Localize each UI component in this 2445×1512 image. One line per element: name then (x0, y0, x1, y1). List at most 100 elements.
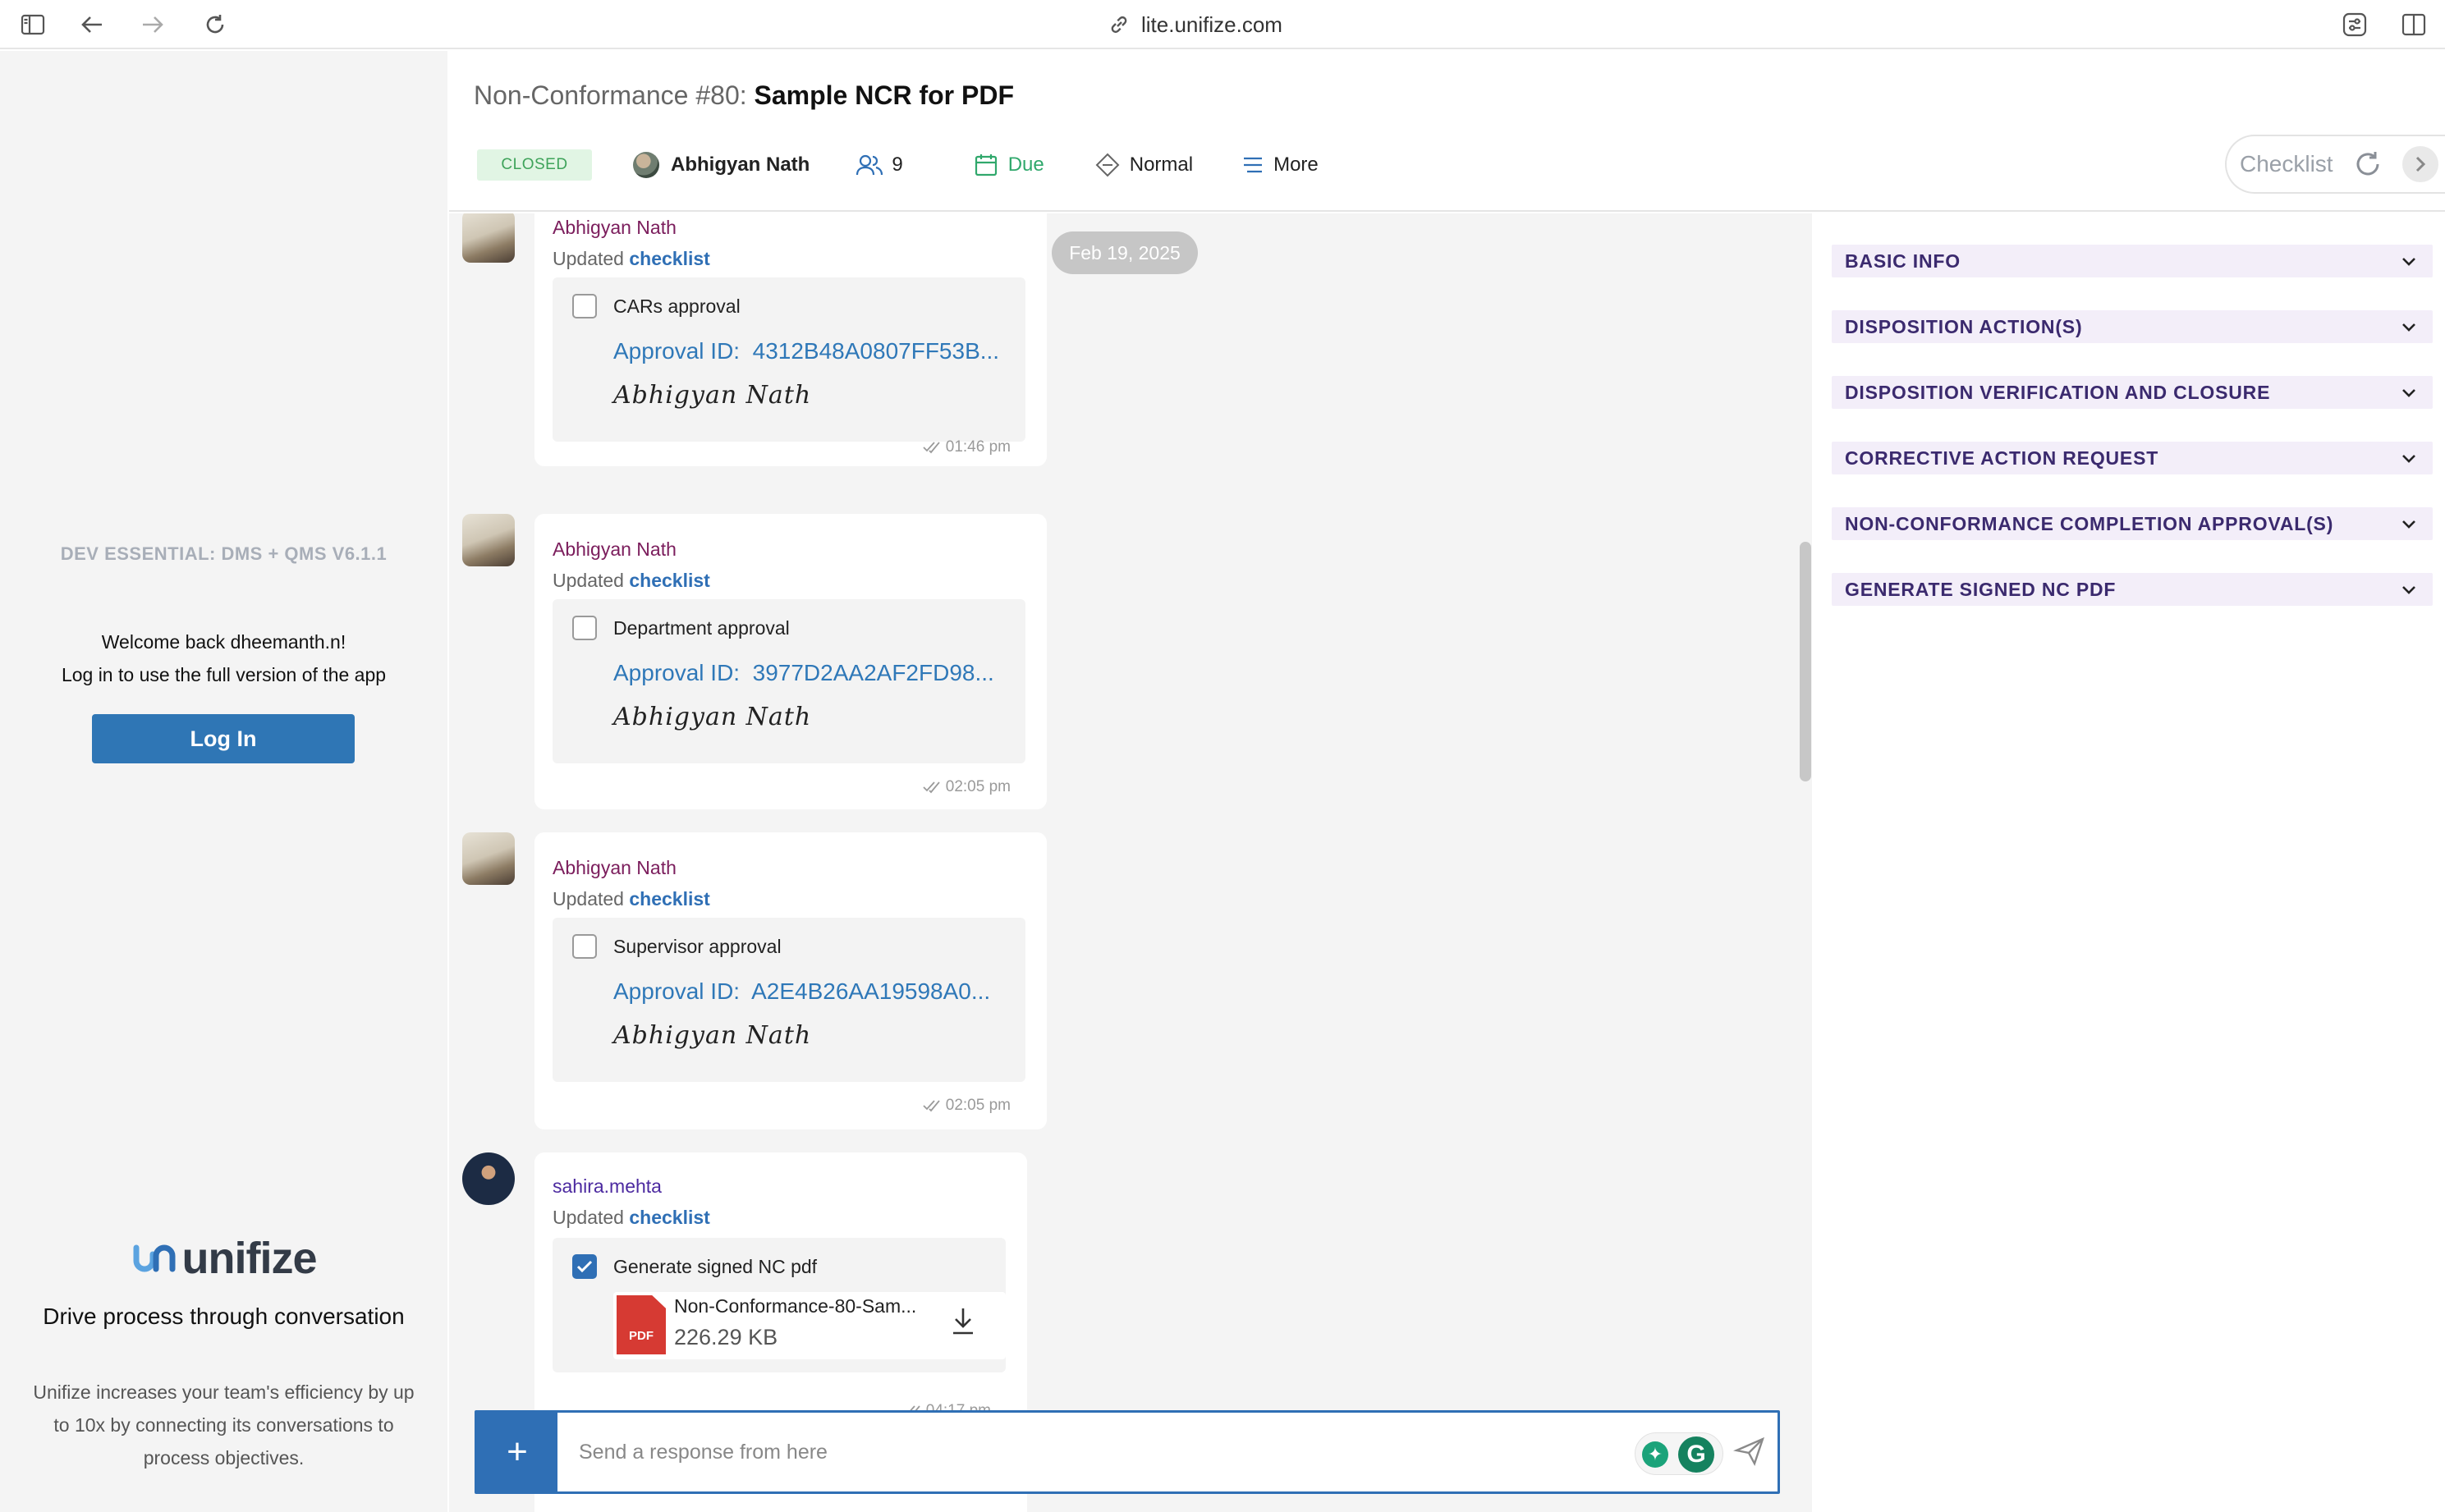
send-icon[interactable] (1733, 1434, 1766, 1467)
section-corrective-action-request[interactable]: CORRECTIVE ACTION REQUEST (1832, 442, 2433, 474)
grammarly-icon[interactable]: G (1678, 1436, 1714, 1473)
back-arrow-icon[interactable] (79, 11, 105, 38)
more-button[interactable]: More (1242, 153, 1319, 176)
checklist-checkbox[interactable] (572, 294, 597, 318)
menu-lines-icon (1244, 157, 1263, 173)
conversation-meta: CLOSED Abhigyan Nath 9 Due Normal More (477, 144, 1319, 186)
extension-icon[interactable] (2342, 11, 2368, 38)
section-basic-info[interactable]: BASIC INFO (1832, 245, 2433, 277)
login-button[interactable]: Log In (92, 714, 355, 763)
owner-selector[interactable]: Abhigyan Nath (633, 152, 810, 178)
priority-button[interactable]: Normal (1095, 153, 1193, 177)
message-author[interactable]: Abhigyan Nath (553, 538, 677, 561)
avatar[interactable] (462, 514, 515, 566)
unifize-logo-icon (133, 1244, 175, 1272)
message-author[interactable]: Abhigyan Nath (553, 857, 677, 879)
welcome-subline: Log in to use the full version of the ap… (61, 664, 387, 685)
signature: Abhigyan Nath (613, 703, 812, 731)
message-input[interactable] (579, 1434, 1597, 1470)
url-bar[interactable]: lite.unifize.com (1108, 8, 1282, 41)
chevron-down-icon (2402, 586, 2415, 594)
section-label: BASIC INFO (1845, 250, 1961, 272)
reload-icon[interactable] (202, 11, 228, 38)
pdf-file-icon: PDF (617, 1295, 666, 1354)
welcome-line: Welcome back dheemanth.n! (101, 631, 346, 653)
message-author[interactable]: Abhigyan Nath (553, 217, 677, 239)
login-sidebar: DEV ESSENTIAL: DMS + QMS V6.1.1 Welcome … (0, 51, 447, 1512)
read-check-icon (923, 781, 940, 794)
logo-text: unifize (181, 1234, 318, 1283)
message-bubble: Abhigyan Nath Updated checklist CARs app… (534, 213, 1047, 466)
file-size: 226.29 KB (674, 1325, 778, 1349)
members-button[interactable]: 9 (856, 153, 903, 176)
read-check-icon (923, 1100, 940, 1112)
sidebar-icon[interactable] (20, 11, 46, 38)
checklist-link[interactable]: checklist (629, 570, 709, 591)
approval-id[interactable]: Approval ID: A2E4B26AA19598A0... (613, 978, 990, 1005)
browser-toolbar: lite.unifize.com (0, 0, 2445, 49)
section-completion-approvals[interactable]: NON-CONFORMANCE COMPLETION APPROVAL(S) (1832, 507, 2433, 540)
refresh-icon[interactable] (2353, 149, 2383, 179)
page-title: Non-Conformance #80: Sample NCR for PDF (474, 80, 1014, 111)
section-disposition-actions[interactable]: DISPOSITION ACTION(S) (1832, 310, 2433, 343)
file-name: Non-Conformance-80-Sam... (674, 1295, 917, 1317)
more-label: More (1273, 153, 1319, 176)
checklist-label: Checklist (2240, 151, 2333, 176)
unifize-logo: unifize (0, 1233, 447, 1284)
section-disposition-verification[interactable]: DISPOSITION VERIFICATION AND CLOSURE (1832, 376, 2433, 409)
split-view-icon[interactable] (2401, 11, 2427, 38)
message-time: 02:05 pm (923, 778, 1011, 796)
priority-label: Normal (1129, 153, 1194, 176)
due-date-button[interactable]: Due (974, 153, 1044, 177)
checklist-panel: BASIC INFO DISPOSITION ACTION(S) DISPOSI… (1812, 213, 2445, 1512)
section-generate-signed-pdf[interactable]: GENERATE SIGNED NC PDF (1832, 573, 2433, 606)
checklist-item-label: Supervisor approval (613, 936, 782, 957)
checklist-checkbox[interactable] (572, 616, 597, 640)
add-attachment-button[interactable]: + (477, 1413, 557, 1491)
checkmark-icon (576, 1260, 593, 1273)
forward-arrow-icon[interactable] (140, 11, 166, 38)
chevron-down-icon (2402, 455, 2415, 463)
avatar[interactable] (462, 832, 515, 885)
checklist-toggle[interactable]: Checklist (2225, 135, 2445, 194)
checklist-checkbox[interactable] (572, 934, 597, 959)
message-bubble: Abhigyan Nath Updated checklist Supervis… (534, 832, 1047, 1129)
avatar[interactable] (462, 213, 515, 263)
checklist-item-label: CARs approval (613, 296, 741, 317)
message-time: 02:05 pm (923, 1097, 1011, 1115)
file-attachment[interactable]: PDF Non-Conformance-80-Sam... 226.29 KB (613, 1292, 1006, 1359)
download-icon[interactable] (947, 1305, 979, 1338)
chat-scrollbar[interactable] (1800, 542, 1811, 781)
url-text: lite.unifize.com (1141, 11, 1282, 37)
message-time: 01:46 pm (923, 438, 1011, 456)
collapse-checklist-button[interactable] (2401, 146, 2438, 182)
sparkle-icon[interactable]: ✦ (1642, 1441, 1668, 1468)
chevron-down-icon (2402, 258, 2415, 266)
message-action: Updated checklist (553, 1207, 710, 1228)
message-action: Updated checklist (553, 248, 710, 269)
status-badge[interactable]: CLOSED (477, 149, 592, 181)
approval-id[interactable]: Approval ID: 3977D2AA2AF2FD98... (613, 660, 994, 686)
chat-history[interactable]: Feb 19, 2025 Abhigyan Nath Updated check… (449, 213, 1812, 1512)
title-name[interactable]: Sample NCR for PDF (755, 80, 1014, 110)
checklist-link[interactable]: checklist (629, 1207, 709, 1228)
section-label: GENERATE SIGNED NC PDF (1845, 578, 2117, 600)
checklist-card: Generate signed NC pdf PDF Non-Conforman… (553, 1238, 1006, 1372)
avatar (633, 152, 659, 178)
checklist-item-label: Department approval (613, 617, 790, 639)
tagline: Drive process through conversation (43, 1304, 405, 1329)
signature: Abhigyan Nath (613, 1021, 812, 1050)
message-author[interactable]: sahira.mehta (553, 1175, 662, 1198)
approval-id[interactable]: Approval ID: 4312B48A0807FF53B... (613, 338, 999, 364)
message-action: Updated checklist (553, 888, 710, 909)
signature: Abhigyan Nath (613, 381, 812, 410)
grammarly-widget[interactable]: ✦ G (1635, 1432, 1723, 1475)
app-version: DEV ESSENTIAL: DMS + QMS V6.1.1 (60, 543, 388, 564)
avatar[interactable] (462, 1152, 515, 1205)
checklist-checkbox-checked[interactable] (572, 1254, 597, 1279)
chevron-right-icon (2415, 156, 2425, 172)
date-separator: Feb 19, 2025 (1052, 231, 1198, 274)
checklist-card: Department approval Approval ID: 3977D2A… (553, 599, 1025, 763)
checklist-link[interactable]: checklist (629, 888, 709, 909)
checklist-link[interactable]: checklist (629, 248, 709, 269)
